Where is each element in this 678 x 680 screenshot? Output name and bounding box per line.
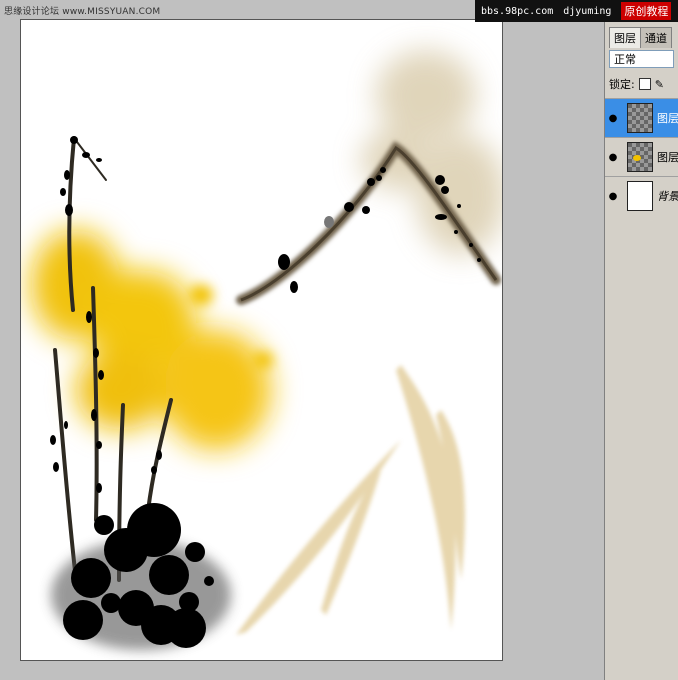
ink-painting [31,50,502,650]
document-canvas[interactable] [20,19,503,661]
layer-thumbnail [627,181,653,211]
layer-name: 背景 [657,190,678,203]
eye-icon[interactable]: ● [605,191,621,202]
lock-row: 锁定: ✎ [605,74,678,94]
panel-tabs: 图层 通道 [605,22,678,48]
layer-name: 图层 [657,151,678,164]
tab-layers[interactable]: 图层 [609,27,641,48]
workspace: 思缘设计论坛 www.MISSYUAN.COM [0,0,604,680]
layers-panel: 图层 通道 正常 锁定: ✎ ● 图层 ● 图层 ● 背景 [604,22,678,680]
blend-mode-select[interactable]: 正常 [609,50,674,68]
layer-thumbnail [627,142,653,172]
layer-name: 图层 [657,112,678,125]
lock-transparency-icon[interactable] [638,78,651,90]
layer-row[interactable]: ● 背景 [605,176,678,215]
layer-row[interactable]: ● 图层 [605,137,678,176]
eye-icon[interactable]: ● [605,113,621,124]
watermark-author: djyuming [563,5,612,17]
watermark-label: 原创教程 [621,2,672,20]
lock-brush-icon[interactable]: ✎ [655,78,664,91]
layer-thumbnail [627,103,653,133]
watermark-banner: bbs.98pc.com djyuming 原创教程 [475,0,678,22]
lock-label: 锁定: [609,78,635,91]
watermark-site: bbs.98pc.com [481,5,554,17]
watermark-text: 思缘设计论坛 www.MISSYUAN.COM [4,7,161,17]
eye-icon[interactable]: ● [605,152,621,163]
tab-channels[interactable]: 通道 [640,27,672,48]
layer-row[interactable]: ● 图层 [605,98,678,137]
